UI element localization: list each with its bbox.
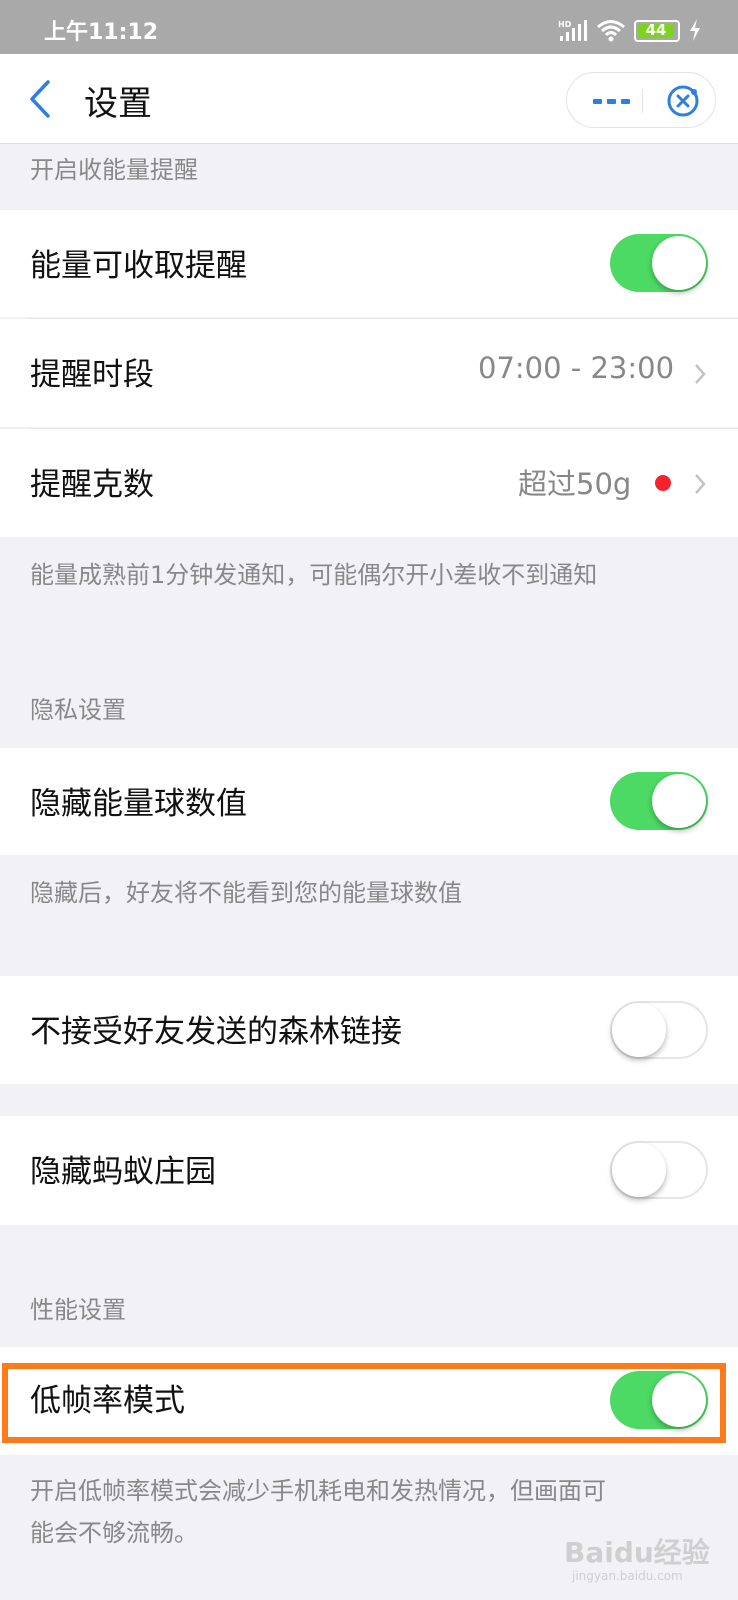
setting-row-energy-reminder: 能量可收取提醒 (0, 210, 738, 317)
wifi-icon (597, 20, 625, 42)
baidu-watermark-logo: Baidu经验 jingyan.baidu.com (564, 1536, 710, 1583)
status-bar: 上午11:12 HD 44 (0, 0, 738, 54)
performance-note-line1: 开启低帧率模式会减少手机耗电和发热情况，但画面可 (30, 1477, 606, 1505)
section-header-privacy: 隐私设置 (30, 696, 126, 724)
row-label: 隐藏蚂蚁庄园 (30, 1154, 216, 1190)
new-badge-dot (655, 475, 671, 491)
status-time: 上午11:12 (44, 20, 159, 45)
network-label: HD (558, 20, 572, 29)
annotation-highlight-box (2, 1363, 726, 1443)
setting-row-hide-energy-values: 隐藏能量球数值 (0, 748, 738, 855)
watermark-sub: jingyan.baidu.com (571, 1569, 683, 1583)
reminder-period-value: 07:00 - 23:00 (478, 351, 675, 385)
chevron-right-icon (695, 474, 706, 494)
close-target-icon[interactable] (665, 83, 701, 119)
privacy-section-note: 隐藏后，好友将不能看到您的能量球数值 (30, 879, 462, 907)
row-label: 隐藏能量球数值 (30, 786, 247, 822)
battery-level: 44 (645, 21, 667, 39)
chevron-right-icon (695, 364, 706, 384)
watermark-text: Baidu经验 (564, 1536, 710, 1569)
row-label: 能量可收取提醒 (30, 248, 247, 284)
reject-forest-links-toggle[interactable] (610, 1001, 708, 1059)
reminder-grams-value: 超过50g (518, 467, 632, 501)
row-label: 不接受好友发送的森林链接 (30, 1014, 402, 1050)
chevron-left-icon[interactable] (26, 78, 56, 120)
section-header-energy: 开启收能量提醒 (30, 156, 198, 184)
battery-icon: 44 (634, 20, 680, 42)
nav-bar: 设置 (0, 54, 738, 144)
energy-reminder-toggle[interactable] (610, 234, 708, 292)
row-label: 提醒克数 (30, 467, 154, 503)
signal-icon: HD (558, 20, 587, 41)
row-label: 提醒时段 (30, 357, 154, 393)
energy-section-note: 能量成熟前1分钟发通知，可能偶尔开小差收不到通知 (30, 561, 598, 589)
setting-row-hide-ant-farm: 隐藏蚂蚁庄园 (0, 1116, 738, 1225)
hide-ant-farm-toggle[interactable] (610, 1141, 708, 1199)
setting-row-reminder-period[interactable]: 提醒时段 07:00 - 23:00 (0, 319, 738, 427)
setting-row-reminder-grams[interactable]: 提醒克数 超过50g (0, 429, 738, 537)
more-icon[interactable] (591, 88, 631, 114)
charging-icon (690, 19, 700, 41)
mini-program-capsule (566, 72, 716, 128)
section-header-performance: 性能设置 (30, 1296, 126, 1324)
capsule-divider (642, 89, 643, 113)
page-title: 设置 (84, 84, 152, 124)
hide-energy-values-toggle[interactable] (610, 772, 708, 830)
setting-row-reject-forest-links: 不接受好友发送的森林链接 (0, 976, 738, 1084)
